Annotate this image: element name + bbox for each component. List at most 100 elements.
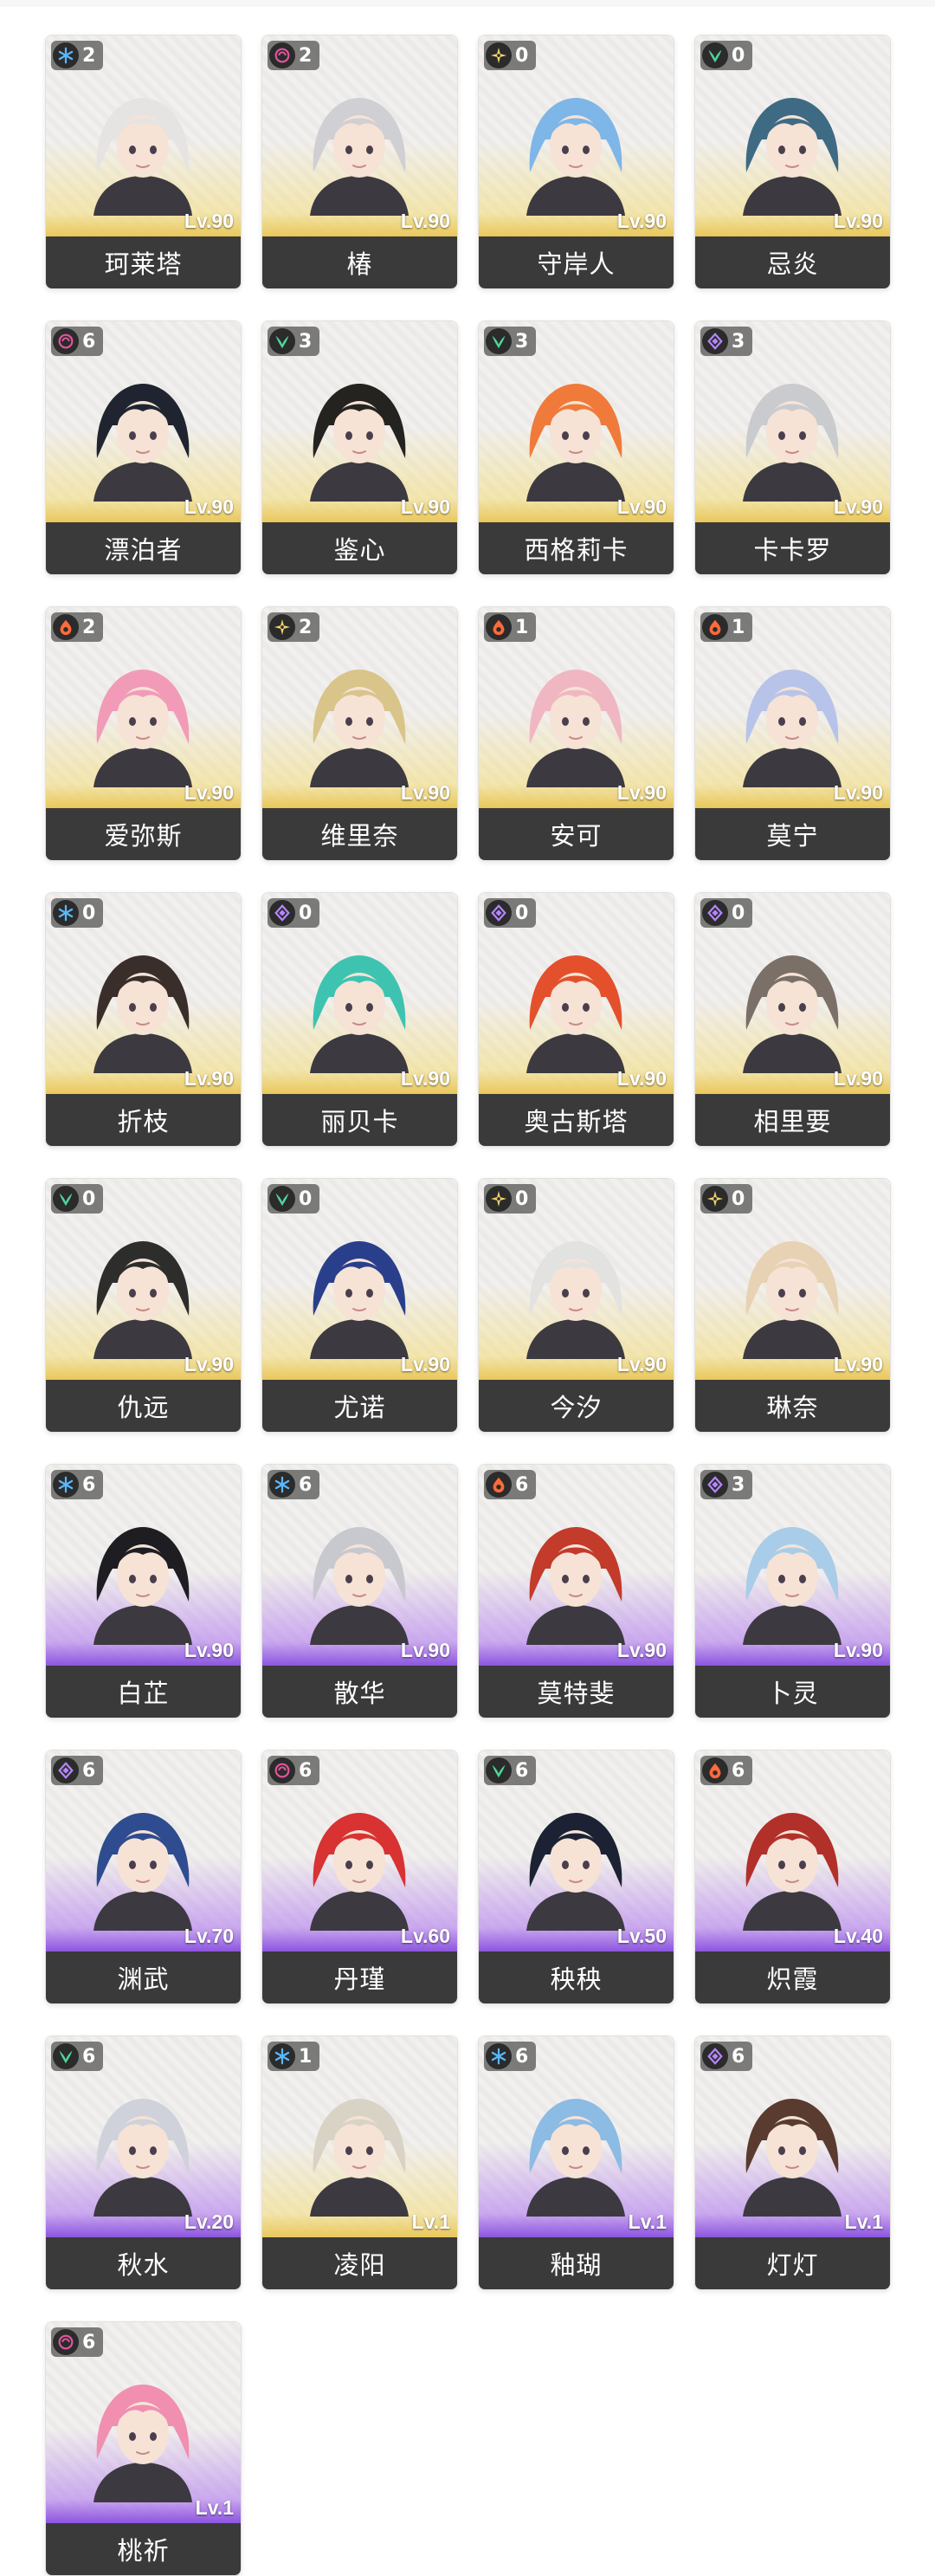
element-dupe-badge: 1 bbox=[268, 2042, 320, 2071]
sequence-count: 0 bbox=[299, 902, 313, 924]
character-portrait: 2 Lv.90 bbox=[46, 36, 241, 236]
character-card[interactable]: 0 Lv.90 丽贝卡 bbox=[261, 892, 458, 1147]
character-portrait: 0 Lv.90 bbox=[46, 1179, 241, 1380]
level-label: Lv.90 bbox=[616, 1353, 667, 1375]
sequence-count: 2 bbox=[299, 44, 313, 67]
character-card[interactable]: 1 Lv.1 凌阳 bbox=[261, 2036, 458, 2290]
character-card[interactable]: 0 Lv.90 琳奈 bbox=[694, 1178, 891, 1433]
level-label: Lv.40 bbox=[833, 1925, 883, 1947]
character-nameplate: 鉴心 bbox=[262, 522, 457, 574]
character-card[interactable]: 6 Lv.60 丹瑾 bbox=[261, 1750, 458, 2004]
character-nameplate: 渊武 bbox=[46, 1951, 241, 2003]
sequence-count: 6 bbox=[515, 2045, 529, 2068]
character-nameplate: 尤诺 bbox=[262, 1380, 457, 1432]
sequence-count: 6 bbox=[299, 1473, 313, 1496]
sequence-count: 0 bbox=[732, 1188, 745, 1210]
glacio-element-icon bbox=[53, 900, 79, 926]
character-card[interactable]: 0 Lv.90 奥古斯塔 bbox=[478, 892, 674, 1147]
element-dupe-badge: 0 bbox=[51, 1184, 104, 1214]
character-card[interactable]: 2 Lv.90 爱弥斯 bbox=[45, 606, 242, 861]
character-card[interactable]: 6 Lv.90 漂泊者 bbox=[45, 320, 242, 575]
character-portrait: 1 Lv.1 bbox=[262, 2036, 457, 2237]
character-card[interactable]: 6 Lv.1 灯灯 bbox=[694, 2036, 891, 2290]
aero-element-icon bbox=[702, 42, 728, 68]
character-card[interactable]: 1 Lv.90 安可 bbox=[478, 606, 674, 861]
character-card[interactable]: 3 Lv.90 鉴心 bbox=[261, 320, 458, 575]
character-card[interactable]: 3 Lv.90 西格莉卡 bbox=[478, 320, 674, 575]
sequence-count: 3 bbox=[515, 330, 529, 353]
character-name: 守岸人 bbox=[537, 249, 616, 279]
aero-element-icon bbox=[53, 1186, 79, 1212]
aero-element-icon bbox=[486, 328, 512, 354]
character-card[interactable]: 0 Lv.90 守岸人 bbox=[478, 35, 674, 289]
level-label: Lv.90 bbox=[184, 1639, 234, 1661]
element-dupe-badge: 6 bbox=[268, 1470, 320, 1499]
element-dupe-badge: 0 bbox=[700, 1184, 753, 1214]
sequence-count: 6 bbox=[82, 330, 96, 353]
character-card[interactable]: 2 Lv.90 珂莱塔 bbox=[45, 35, 242, 289]
level-label: Lv.1 bbox=[195, 2496, 234, 2519]
character-nameplate: 折枝 bbox=[46, 1094, 241, 1146]
character-card[interactable]: 0 Lv.90 今汐 bbox=[478, 1178, 674, 1433]
character-avatar bbox=[743, 955, 842, 1073]
character-portrait: 6 Lv.50 bbox=[479, 1751, 674, 1951]
character-card[interactable]: 6 Lv.90 白芷 bbox=[45, 1464, 242, 1718]
element-dupe-badge: 1 bbox=[700, 612, 753, 642]
element-dupe-badge: 6 bbox=[700, 2042, 753, 2071]
character-card[interactable]: 6 Lv.1 釉瑚 bbox=[478, 2036, 674, 2290]
level-label: Lv.1 bbox=[628, 2210, 667, 2233]
character-card[interactable]: 0 Lv.90 折枝 bbox=[45, 892, 242, 1147]
character-card[interactable]: 0 Lv.90 忌炎 bbox=[694, 35, 891, 289]
level-label: Lv.90 bbox=[833, 1639, 883, 1661]
glacio-element-icon bbox=[53, 1472, 79, 1498]
character-portrait: 6 Lv.90 bbox=[479, 1465, 674, 1666]
character-portrait: 0 Lv.90 bbox=[46, 893, 241, 1094]
character-name: 琳奈 bbox=[766, 1393, 819, 1422]
level-label: Lv.70 bbox=[184, 1925, 234, 1947]
character-card[interactable]: 6 Lv.1 桃祈 bbox=[45, 2321, 242, 2576]
element-dupe-badge: 2 bbox=[51, 612, 104, 642]
fusion-element-icon bbox=[486, 614, 512, 640]
level-label: Lv.20 bbox=[184, 2210, 234, 2233]
character-portrait: 3 Lv.90 bbox=[262, 321, 457, 522]
character-card[interactable]: 0 Lv.90 尤诺 bbox=[261, 1178, 458, 1433]
sequence-count: 6 bbox=[82, 1473, 96, 1496]
aero-element-icon bbox=[269, 1186, 295, 1212]
character-card[interactable]: 0 Lv.90 仇远 bbox=[45, 1178, 242, 1433]
character-name: 珂莱塔 bbox=[104, 249, 183, 279]
character-card[interactable]: 6 Lv.50 秧秧 bbox=[478, 1750, 674, 2004]
character-card[interactable]: 3 Lv.90 卡卡罗 bbox=[694, 320, 891, 575]
character-avatar bbox=[743, 98, 842, 216]
character-name: 凌阳 bbox=[333, 2250, 386, 2280]
character-card[interactable]: 2 Lv.90 椿 bbox=[261, 35, 458, 289]
character-card[interactable]: 6 Lv.40 炽霞 bbox=[694, 1750, 891, 2004]
character-name: 西格莉卡 bbox=[524, 535, 629, 565]
level-label: Lv.90 bbox=[400, 210, 450, 232]
character-name: 爱弥斯 bbox=[104, 821, 183, 851]
glacio-element-icon bbox=[269, 1472, 295, 1498]
character-card[interactable]: 6 Lv.70 渊武 bbox=[45, 1750, 242, 2004]
sequence-count: 6 bbox=[82, 2331, 96, 2353]
spectro-element-icon bbox=[486, 42, 512, 68]
element-dupe-badge: 6 bbox=[51, 1470, 104, 1499]
character-portrait: 2 Lv.90 bbox=[262, 607, 457, 808]
character-avatar bbox=[310, 670, 409, 787]
element-dupe-badge: 0 bbox=[268, 898, 320, 928]
character-card[interactable]: 6 Lv.90 莫特斐 bbox=[478, 1464, 674, 1718]
character-portrait: 6 Lv.60 bbox=[262, 1751, 457, 1951]
element-dupe-badge: 0 bbox=[51, 898, 104, 928]
element-dupe-badge: 2 bbox=[268, 612, 320, 642]
element-dupe-badge: 0 bbox=[484, 41, 537, 70]
top-strip bbox=[0, 0, 935, 7]
level-label: Lv.90 bbox=[400, 1353, 450, 1375]
character-nameplate: 守岸人 bbox=[479, 236, 674, 288]
character-card[interactable]: 0 Lv.90 相里要 bbox=[694, 892, 891, 1147]
character-card[interactable]: 2 Lv.90 维里奈 bbox=[261, 606, 458, 861]
character-card[interactable]: 3 Lv.90 卜灵 bbox=[694, 1464, 891, 1718]
character-card[interactable]: 1 Lv.90 莫宁 bbox=[694, 606, 891, 861]
character-card[interactable]: 6 Lv.90 散华 bbox=[261, 1464, 458, 1718]
character-portrait: 6 Lv.40 bbox=[695, 1751, 890, 1951]
character-card[interactable]: 6 Lv.20 秋水 bbox=[45, 2036, 242, 2290]
aero-element-icon bbox=[269, 328, 295, 354]
character-name: 仇远 bbox=[117, 1393, 170, 1422]
